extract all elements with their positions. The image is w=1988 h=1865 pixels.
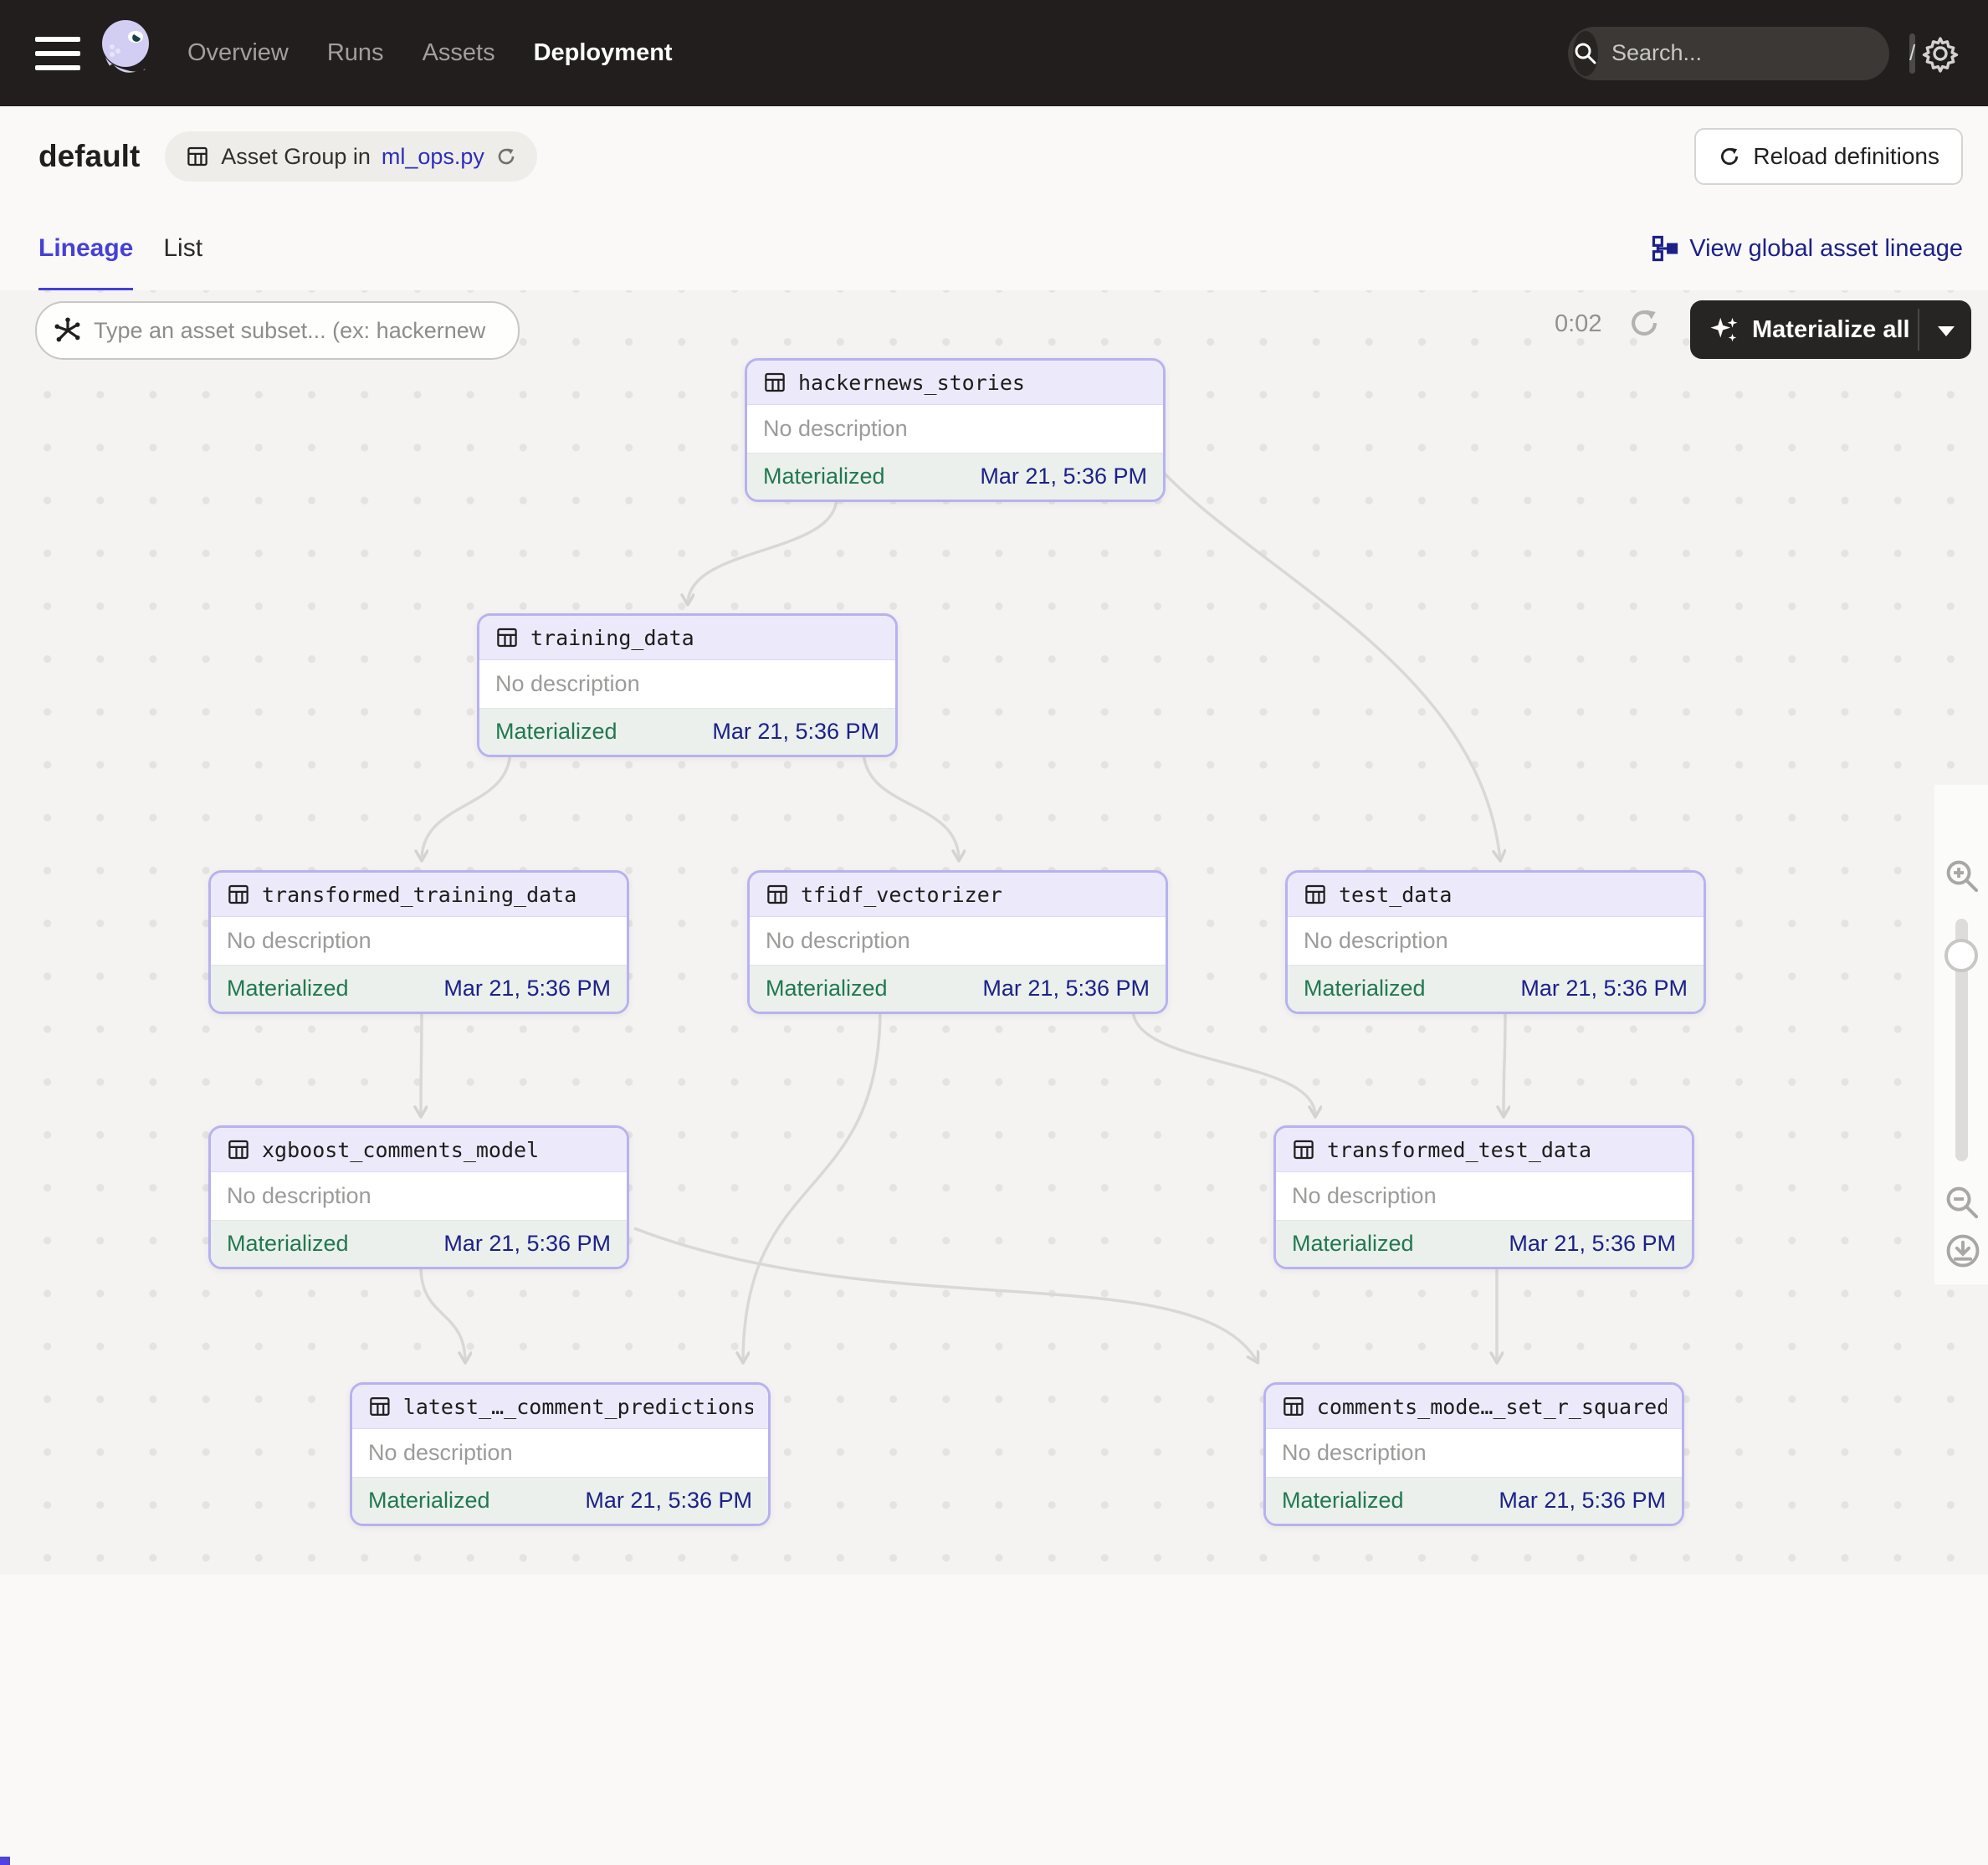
asset-description: No description xyxy=(368,1440,513,1465)
asset-node-body: No description xyxy=(479,660,895,708)
asset-description: No description xyxy=(227,1183,371,1208)
table-icon xyxy=(765,372,785,392)
zoom-controls xyxy=(1934,785,1988,1284)
table-icon xyxy=(228,884,248,904)
asset-name: training_data xyxy=(530,625,694,650)
asset-node-footer: Materialized Mar 21, 5:36 PM xyxy=(1276,1220,1692,1267)
asset-description: No description xyxy=(766,928,910,953)
table-icon xyxy=(767,884,787,904)
asset-node-xgboost_comments_model[interactable]: xgboost_comments_model No description Ma… xyxy=(208,1125,629,1269)
table-icon xyxy=(228,1140,248,1160)
asset-node-test_data[interactable]: test_data No description Materialized Ma… xyxy=(1285,870,1706,1014)
asset-timestamp[interactable]: Mar 21, 5:36 PM xyxy=(712,719,879,745)
asset-node-body: No description xyxy=(1288,917,1704,965)
asset-node-body: No description xyxy=(1276,1172,1692,1220)
asset-node-body: No description xyxy=(211,917,627,965)
zoom-slider-handle[interactable] xyxy=(1944,939,1978,972)
asset-node-header: xgboost_comments_model xyxy=(211,1128,627,1172)
dagster-asset-lineage-page: { "topbar": { "nav": [ {"label": "Overvi… xyxy=(0,0,1988,1865)
asset-node-comments_model_test_set_r_squared[interactable]: comments_mode…_set_r_squared No descript… xyxy=(1263,1382,1684,1526)
asset-node-body: No description xyxy=(211,1172,627,1220)
asset-status: Materialized xyxy=(368,1488,490,1513)
asset-status: Materialized xyxy=(1292,1231,1414,1256)
asset-node-header: test_data xyxy=(1288,873,1704,917)
table-icon xyxy=(1283,1396,1304,1417)
download-view-icon[interactable] xyxy=(1944,1232,1981,1269)
asset-node-body: No description xyxy=(352,1429,768,1477)
asset-status: Materialized xyxy=(763,464,885,489)
asset-status: Materialized xyxy=(495,719,617,744)
asset-node-body: No description xyxy=(747,405,1163,453)
asset-node-header: transformed_training_data xyxy=(211,873,627,917)
asset-node-footer: Materialized Mar 21, 5:36 PM xyxy=(211,965,627,1012)
asset-node-header: latest_…_comment_predictions xyxy=(352,1385,768,1429)
asset-node-header: comments_mode…_set_r_squared xyxy=(1266,1385,1682,1429)
asset-node-header: hackernews_stories xyxy=(747,361,1163,405)
asset-name: transformed_test_data xyxy=(1327,1137,1592,1162)
asset-timestamp[interactable]: Mar 21, 5:36 PM xyxy=(982,976,1150,1002)
asset-name: transformed_training_data xyxy=(262,882,577,907)
asset-node-header: tfidf_vectorizer xyxy=(750,873,1166,917)
asset-node-footer: Materialized Mar 21, 5:36 PM xyxy=(1288,965,1704,1012)
asset-node-body: No description xyxy=(750,917,1166,965)
asset-status: Materialized xyxy=(227,1231,349,1256)
asset-description: No description xyxy=(1282,1440,1427,1465)
asset-status: Materialized xyxy=(766,976,888,1001)
asset-node-footer: Materialized Mar 21, 5:36 PM xyxy=(747,453,1163,500)
asset-node-header: training_data xyxy=(479,616,895,660)
asset-description: No description xyxy=(227,928,371,953)
asset-status: Materialized xyxy=(1282,1488,1404,1513)
asset-name: latest_…_comment_predictions xyxy=(402,1394,753,1419)
asset-name: xgboost_comments_model xyxy=(262,1137,540,1162)
asset-name: tfidf_vectorizer xyxy=(801,882,1002,907)
asset-status: Materialized xyxy=(1304,976,1426,1001)
asset-node-tfidf_vectorizer[interactable]: tfidf_vectorizer No description Material… xyxy=(747,870,1168,1014)
table-icon xyxy=(1305,884,1325,904)
table-icon xyxy=(1294,1140,1314,1160)
asset-node-latest_comment_predictions[interactable]: latest_…_comment_predictions No descript… xyxy=(350,1382,771,1526)
asset-node-body: No description xyxy=(1266,1429,1682,1477)
asset-node-footer: Materialized Mar 21, 5:36 PM xyxy=(352,1477,768,1524)
asset-name: test_data xyxy=(1339,882,1453,907)
asset-timestamp[interactable]: Mar 21, 5:36 PM xyxy=(443,976,611,1002)
asset-description: No description xyxy=(495,671,640,696)
asset-name: hackernews_stories xyxy=(798,370,1025,395)
minimap-corner xyxy=(0,1857,10,1865)
asset-node-footer: Materialized Mar 21, 5:36 PM xyxy=(479,708,895,755)
asset-node-transformed_test_data[interactable]: transformed_test_data No description Mat… xyxy=(1273,1125,1694,1269)
asset-timestamp[interactable]: Mar 21, 5:36 PM xyxy=(1509,1231,1676,1257)
asset-timestamp[interactable]: Mar 21, 5:36 PM xyxy=(585,1488,752,1514)
asset-node-hackernews_stories[interactable]: hackernews_stories No description Materi… xyxy=(745,358,1166,502)
zoom-in-icon[interactable] xyxy=(1944,858,1980,894)
asset-node-footer: Materialized Mar 21, 5:36 PM xyxy=(750,965,1166,1012)
asset-timestamp[interactable]: Mar 21, 5:36 PM xyxy=(443,1231,611,1257)
asset-node-footer: Materialized Mar 21, 5:36 PM xyxy=(1266,1477,1682,1524)
asset-description: No description xyxy=(1292,1183,1437,1208)
asset-name: comments_mode…_set_r_squared xyxy=(1316,1394,1667,1419)
asset-description: No description xyxy=(763,416,908,441)
nodes-layer: hackernews_stories No description Materi… xyxy=(0,0,1988,1575)
asset-timestamp[interactable]: Mar 21, 5:36 PM xyxy=(980,464,1147,489)
asset-node-header: transformed_test_data xyxy=(1276,1128,1692,1172)
asset-node-training_data[interactable]: training_data No description Materialize… xyxy=(477,613,898,757)
zoom-out-icon[interactable] xyxy=(1944,1185,1980,1220)
asset-node-footer: Materialized Mar 21, 5:36 PM xyxy=(211,1220,627,1267)
table-icon xyxy=(497,628,517,648)
asset-timestamp[interactable]: Mar 21, 5:36 PM xyxy=(1499,1488,1666,1514)
table-icon xyxy=(370,1396,390,1417)
asset-description: No description xyxy=(1304,928,1448,953)
asset-node-transformed_training_data[interactable]: transformed_training_data No description… xyxy=(208,870,629,1014)
asset-status: Materialized xyxy=(227,976,349,1001)
asset-timestamp[interactable]: Mar 21, 5:36 PM xyxy=(1520,976,1688,1002)
